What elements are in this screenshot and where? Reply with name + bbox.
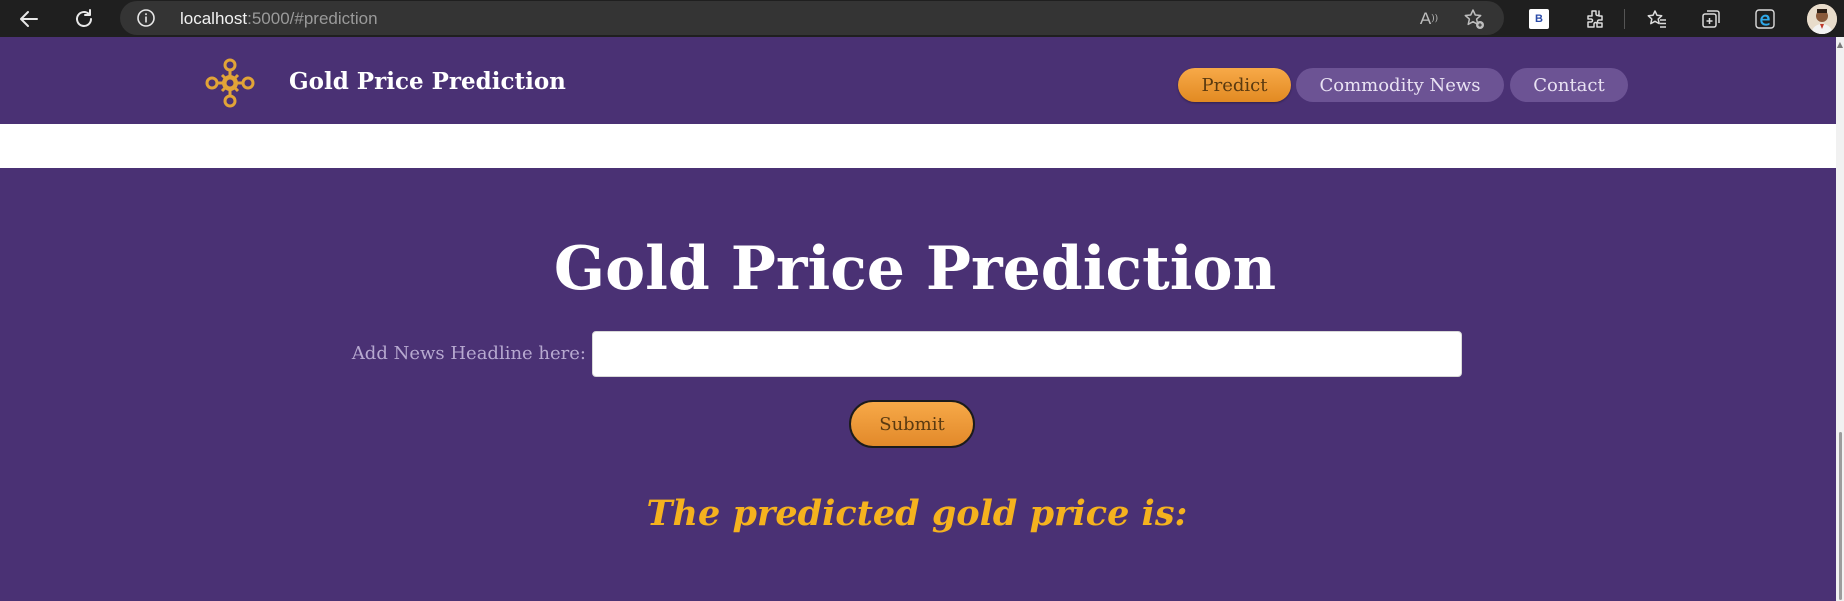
edge-icon[interactable] xyxy=(1751,5,1779,33)
site-header: Gold Price Prediction Predict Commodity … xyxy=(0,37,1836,124)
section-divider xyxy=(0,124,1836,168)
nav-predict[interactable]: Predict xyxy=(1178,68,1291,102)
browser-toolbar: localhost:5000/#prediction A)) B xyxy=(0,0,1844,37)
extension-b-icon[interactable]: B xyxy=(1525,5,1553,33)
prediction-section: Gold Price Prediction Add News Headline … xyxy=(0,168,1836,601)
address-url[interactable]: localhost:5000/#prediction xyxy=(180,9,378,29)
nav-commodity-news[interactable]: Commodity News xyxy=(1296,68,1504,102)
page-title: Gold Price Prediction xyxy=(553,234,1277,304)
favorite-add-icon[interactable] xyxy=(1462,7,1486,31)
nav-contact[interactable]: Contact xyxy=(1510,68,1628,102)
submit-button[interactable]: Submit xyxy=(849,400,975,448)
extensions-icon[interactable] xyxy=(1581,5,1609,33)
read-aloud-label: A xyxy=(1419,9,1432,28)
read-aloud-icon[interactable]: A)) xyxy=(1417,7,1441,31)
scrollbar-thumb[interactable] xyxy=(1839,432,1842,600)
address-bar[interactable]: localhost:5000/#prediction A)) xyxy=(120,1,1504,35)
headline-input[interactable] xyxy=(592,331,1462,377)
prediction-result: The predicted gold price is: xyxy=(646,493,1188,534)
url-host: localhost xyxy=(180,9,248,28)
profile-avatar[interactable] xyxy=(1807,4,1837,34)
refresh-icon[interactable] xyxy=(70,5,98,33)
extension-badge: B xyxy=(1529,9,1549,29)
url-path: :5000/#prediction xyxy=(247,9,378,28)
site-info-icon[interactable] xyxy=(136,8,156,28)
site-title[interactable]: Gold Price Prediction xyxy=(289,68,566,95)
collections-icon[interactable] xyxy=(1697,5,1725,33)
gold-logo-icon[interactable] xyxy=(200,53,260,113)
favorites-icon[interactable] xyxy=(1643,5,1671,33)
headline-label: Add News Headline here: xyxy=(351,343,586,364)
back-icon[interactable] xyxy=(15,5,43,33)
scroll-up-icon[interactable]: ▲ xyxy=(1836,40,1844,50)
toolbar-separator xyxy=(1624,9,1625,29)
